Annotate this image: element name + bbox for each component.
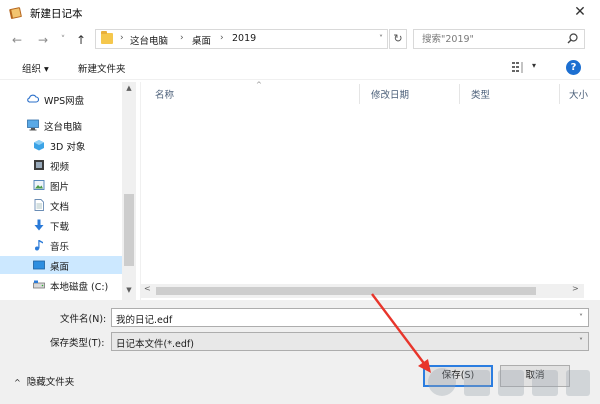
scroll-left-icon[interactable]: < [144, 284, 151, 293]
column-divider[interactable] [459, 84, 460, 104]
video-icon [34, 160, 44, 170]
sidebar-item-label: 音乐 [50, 242, 70, 253]
hide-folders-toggle[interactable]: ^ 隐藏文件夹 [14, 374, 74, 388]
command-bar: 组织 ▾ 新建文件夹 ▾ ? [0, 56, 600, 80]
address-bar[interactable]: › 这台电脑 › 桌面 › 2019 ˅ [95, 29, 388, 49]
drive-icon [33, 280, 45, 289]
pictures-icon [33, 180, 45, 190]
breadcrumb-separator: › [180, 33, 184, 43]
recent-locations-button[interactable]: ˅ [56, 32, 70, 48]
navigation-scrollbar[interactable]: ▲ ▼ [122, 82, 136, 300]
address-dropdown-icon[interactable]: ˅ [379, 34, 383, 43]
view-dropdown-icon[interactable]: ▾ [532, 61, 536, 70]
navigation-bar: ← → ˅ ↑ › 这台电脑 › 桌面 › 2019 ˅ ↻ [0, 27, 600, 53]
back-button[interactable]: ← [10, 32, 24, 48]
help-icon[interactable]: ? [566, 60, 581, 75]
filetype-label: 保存类型(T): [50, 338, 105, 349]
breadcrumb-this-pc[interactable]: 这台电脑 [130, 33, 168, 47]
cloud-icon [27, 94, 39, 103]
chevron-down-icon[interactable]: ˅ [579, 313, 583, 322]
title-bar: 新建日记本 ✕ [0, 0, 600, 26]
sidebar-item-documents[interactable]: 文档 [0, 196, 122, 214]
filename-value[interactable]: 我的日记.edf [116, 312, 172, 326]
file-list[interactable]: ^ 名称 修改日期 类型 大小 [140, 81, 592, 300]
sidebar-item-this-pc[interactable]: 这台电脑 [0, 116, 122, 134]
sidebar-item-label: 这台电脑 [44, 122, 83, 133]
watermark-logo [428, 368, 590, 396]
search-input[interactable] [414, 30, 564, 48]
view-options-icon[interactable] [512, 62, 526, 73]
new-folder-button[interactable]: 新建文件夹 [78, 61, 126, 75]
scroll-right-icon[interactable]: > [572, 284, 579, 293]
chevron-down-icon[interactable]: ˅ [579, 337, 583, 346]
refresh-button[interactable]: ↻ [389, 29, 407, 49]
column-header-name[interactable]: 名称 [155, 87, 174, 101]
folder-icon [101, 31, 113, 44]
close-button[interactable]: ✕ [572, 4, 588, 20]
sidebar-item-label: 文档 [50, 202, 70, 213]
search-icon[interactable] [567, 33, 578, 44]
window-title: 新建日记本 [30, 8, 83, 20]
diary-app-icon [9, 7, 22, 19]
documents-icon [34, 199, 44, 211]
sidebar-item-3d-objects[interactable]: 3D 对象 [0, 136, 122, 154]
up-button[interactable]: ↑ [74, 32, 88, 48]
navigation-pane: WPS网盘 这台电脑 3D 对象 视频 图片 文档 下载 音乐 桌面 本地磁盘 … [0, 82, 138, 300]
scrollbar-thumb[interactable] [156, 287, 536, 295]
filename-field[interactable]: 我的日记.edf ˅ [111, 308, 589, 327]
save-dialog: 新建日记本 ✕ ← → ˅ ↑ › 这台电脑 › 桌面 › 2019 ˅ ↻ 组… [0, 0, 600, 404]
breadcrumb-separator: › [220, 33, 224, 43]
sidebar-item-pictures[interactable]: 图片 [0, 176, 122, 194]
column-divider[interactable] [359, 84, 360, 104]
horizontal-scrollbar[interactable]: < > [140, 284, 584, 298]
search-box[interactable] [413, 29, 585, 49]
breadcrumb-separator: › [120, 33, 124, 43]
download-icon [34, 219, 44, 231]
sidebar-item-label: WPS网盘 [44, 96, 85, 107]
hide-folders-label: 隐藏文件夹 [26, 377, 75, 388]
sidebar-item-wps-cloud[interactable]: WPS网盘 [0, 90, 122, 108]
column-header-date-modified[interactable]: 修改日期 [371, 87, 409, 101]
filename-label: 文件名(N): [60, 314, 107, 325]
column-divider[interactable] [559, 84, 560, 104]
organize-button[interactable]: 组织 ▾ [22, 61, 49, 75]
sidebar-item-downloads[interactable]: 下载 [0, 216, 122, 234]
sidebar-item-label: 下载 [50, 222, 70, 233]
column-header-type[interactable]: 类型 [471, 87, 490, 101]
sidebar-item-music[interactable]: 音乐 [0, 236, 122, 254]
sidebar-item-label: 3D 对象 [50, 142, 86, 153]
chevron-up-icon: ^ [14, 378, 21, 387]
sidebar-item-label: 本地磁盘 (C:) [50, 282, 109, 293]
scroll-down-icon[interactable]: ▼ [122, 286, 136, 294]
sidebar-item-videos[interactable]: 视频 [0, 156, 122, 174]
3d-objects-icon [34, 140, 44, 151]
sidebar-item-local-disk-c[interactable]: 本地磁盘 (C:) [0, 276, 122, 294]
computer-icon [27, 119, 39, 131]
music-icon [35, 240, 43, 251]
forward-button[interactable]: → [36, 32, 50, 48]
filetype-value[interactable]: 日记本文件(*.edf) [116, 336, 194, 350]
breadcrumb-2019[interactable]: 2019 [232, 33, 256, 44]
desktop-icon [33, 260, 45, 270]
filetype-select[interactable]: 日记本文件(*.edf) ˅ [111, 332, 589, 351]
sidebar-item-label: 图片 [50, 182, 70, 193]
scrollbar-thumb[interactable] [124, 194, 134, 266]
scroll-up-icon[interactable]: ▲ [122, 84, 136, 92]
sidebar-item-desktop[interactable]: 桌面 [0, 256, 122, 274]
column-header-size[interactable]: 大小 [569, 87, 588, 101]
sidebar-item-label: 视频 [50, 162, 70, 173]
breadcrumb-desktop[interactable]: 桌面 [192, 33, 211, 47]
sidebar-item-label: 桌面 [50, 262, 70, 273]
sort-indicator-icon: ^ [256, 81, 262, 89]
